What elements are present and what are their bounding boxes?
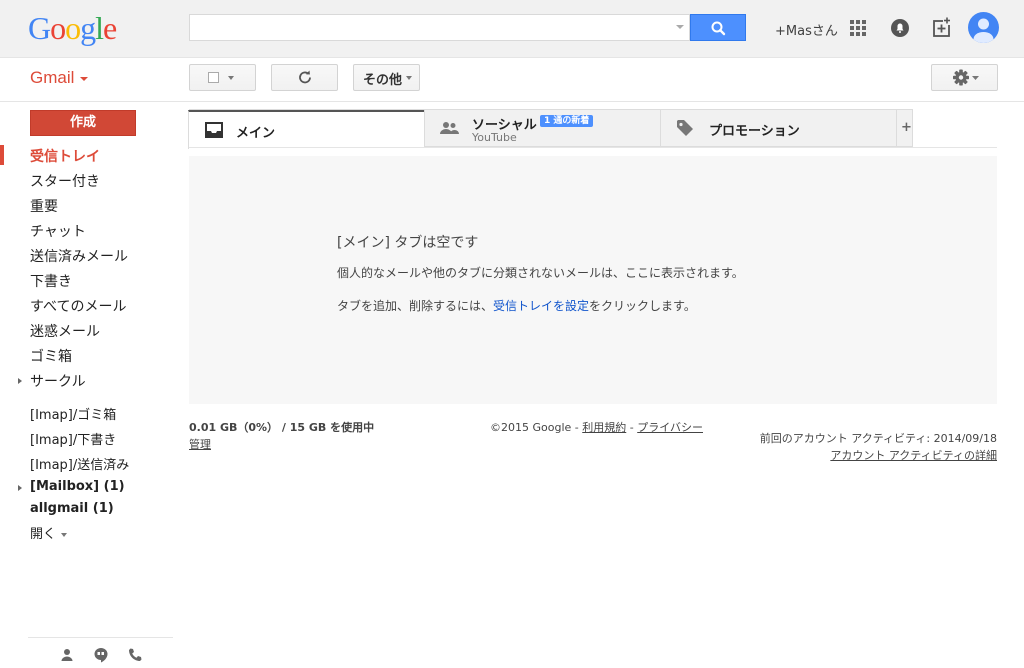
- expand-arrow-icon[interactable]: [18, 485, 22, 491]
- compose-button[interactable]: 作成: [30, 110, 136, 136]
- footer-links: ©2015 Google - 利用規約 - プライバシー: [490, 419, 703, 435]
- sidebar-label-imap-sent[interactable]: [Imap]/送信済み: [30, 454, 129, 473]
- chevron-down-icon: [61, 532, 68, 537]
- sidebar-item-important[interactable]: 重要: [30, 196, 58, 216]
- refresh-icon: [299, 70, 311, 84]
- sidebar-item-spam[interactable]: 迷惑メール: [30, 321, 100, 341]
- phone-icon[interactable]: [127, 647, 143, 663]
- gmail-label: Gmail: [30, 68, 75, 87]
- empty-tab-title: [メイン] タブは空です: [337, 235, 479, 251]
- sidebar-item-inbox[interactable]: 受信トレイ: [30, 146, 100, 166]
- tag-icon: [677, 120, 693, 136]
- search-options-dropdown-icon[interactable]: [676, 25, 684, 29]
- logo-letter: e: [103, 10, 117, 46]
- more-actions-label: その他: [363, 73, 403, 88]
- people-icon: [440, 122, 459, 134]
- user-name-link[interactable]: +Masさん: [775, 20, 838, 39]
- more-label: 開く: [30, 527, 57, 542]
- logo-letter: l: [95, 10, 104, 46]
- storage-usage: 0.01 GB（0%） / 15 GB を使用中: [189, 421, 375, 434]
- more-actions-button[interactable]: その他: [353, 64, 420, 91]
- settings-button[interactable]: [931, 64, 998, 91]
- empty-tab-hint: タブを追加、削除するには、受信トレイを設定をクリックします。: [337, 297, 696, 314]
- sidebar-item-starred[interactable]: スター付き: [30, 171, 100, 191]
- google-logo[interactable]: Google: [28, 10, 117, 47]
- manage-label: 管理: [189, 438, 211, 451]
- sidebar-label-imap-trash[interactable]: [Imap]/ゴミ箱: [30, 404, 116, 423]
- share-plus-icon[interactable]: [929, 15, 955, 41]
- sidebar-label-imap-drafts[interactable]: [Imap]/下書き: [30, 429, 116, 448]
- select-checkbox-button[interactable]: [189, 64, 256, 91]
- manage-storage-link[interactable]: 管理: [189, 436, 211, 452]
- avatar[interactable]: [968, 12, 999, 43]
- search-input[interactable]: [189, 14, 690, 41]
- sidebar-item-all-mail[interactable]: すべてのメール: [30, 296, 126, 316]
- logo-letter: o: [65, 10, 81, 46]
- chevron-down-icon: [80, 76, 89, 81]
- logo-letter: g: [80, 10, 96, 46]
- search-icon: [711, 21, 726, 36]
- account-avatar-icon: [973, 18, 994, 43]
- search-button[interactable]: [690, 14, 746, 41]
- search-field[interactable]: [190, 15, 682, 38]
- tabs-divider: [189, 147, 997, 148]
- add-tab-button[interactable]: +: [896, 110, 913, 148]
- tab-primary-label: メイン: [236, 126, 276, 141]
- contacts-person-icon[interactable]: [59, 647, 75, 663]
- checkbox-icon: [208, 72, 219, 83]
- empty-tab-description: 個人的なメールや他のタブに分類されないメールは、ここに表示されます。: [337, 266, 744, 280]
- sidebar-label-allgmail[interactable]: allgmail (1): [30, 501, 114, 516]
- inbox-settings-link[interactable]: 受信トレイを設定: [493, 299, 589, 313]
- active-nav-indicator: [0, 145, 4, 165]
- sidebar-item-chats[interactable]: チャット: [30, 221, 86, 241]
- hint-prefix: タブを追加、削除するには、: [337, 299, 494, 313]
- gear-icon: [953, 69, 979, 86]
- sidebar-divider: [28, 637, 173, 638]
- terms-link[interactable]: 利用規約: [582, 421, 626, 434]
- new-mail-badge: 1 通の新着: [540, 115, 594, 127]
- tab-primary[interactable]: メイン: [188, 110, 425, 149]
- chevron-down-icon: [228, 76, 234, 80]
- tab-promotions-label: プロモーション: [709, 124, 800, 139]
- apps-grid-icon[interactable]: [845, 15, 871, 41]
- sidebar-item-sent[interactable]: 送信済みメール: [30, 246, 128, 266]
- last-activity: 前回のアカウント アクティビティ: 2014/09/18: [759, 432, 997, 445]
- inbox-icon: [205, 122, 223, 138]
- footer-sep: -: [626, 421, 638, 434]
- activity-details-label: アカウント アクティビティの詳細: [830, 449, 997, 462]
- refresh-button[interactable]: [271, 64, 338, 91]
- expand-arrow-icon[interactable]: [18, 378, 22, 384]
- chevron-down-icon: [406, 76, 412, 80]
- logo-letter: G: [28, 10, 51, 46]
- sidebar-item-drafts[interactable]: 下書き: [30, 271, 72, 291]
- sidebar-more-toggle[interactable]: 開く: [30, 523, 68, 542]
- notifications-bell-icon[interactable]: [887, 15, 913, 41]
- hint-suffix: をクリックします。: [589, 299, 696, 313]
- sidebar-item-circles[interactable]: サークル: [30, 371, 86, 391]
- toolbar-divider: [0, 101, 1024, 102]
- add-tab-plus-icon: +: [901, 120, 912, 135]
- logo-letter: o: [50, 10, 66, 46]
- gmail-app-switcher[interactable]: Gmail: [30, 68, 89, 88]
- tab-promotions[interactable]: プロモーション: [660, 110, 897, 148]
- sidebar-item-trash[interactable]: ゴミ箱: [30, 346, 72, 366]
- copyright: ©2015 Google -: [490, 421, 583, 434]
- hangouts-quote-icon[interactable]: [93, 647, 109, 663]
- activity-details-link[interactable]: アカウント アクティビティの詳細: [830, 447, 997, 463]
- tab-social-sublabel: YouTube: [472, 131, 517, 144]
- sidebar-label-mailbox[interactable]: [Mailbox] (1): [30, 479, 125, 494]
- privacy-link[interactable]: プライバシー: [637, 421, 703, 434]
